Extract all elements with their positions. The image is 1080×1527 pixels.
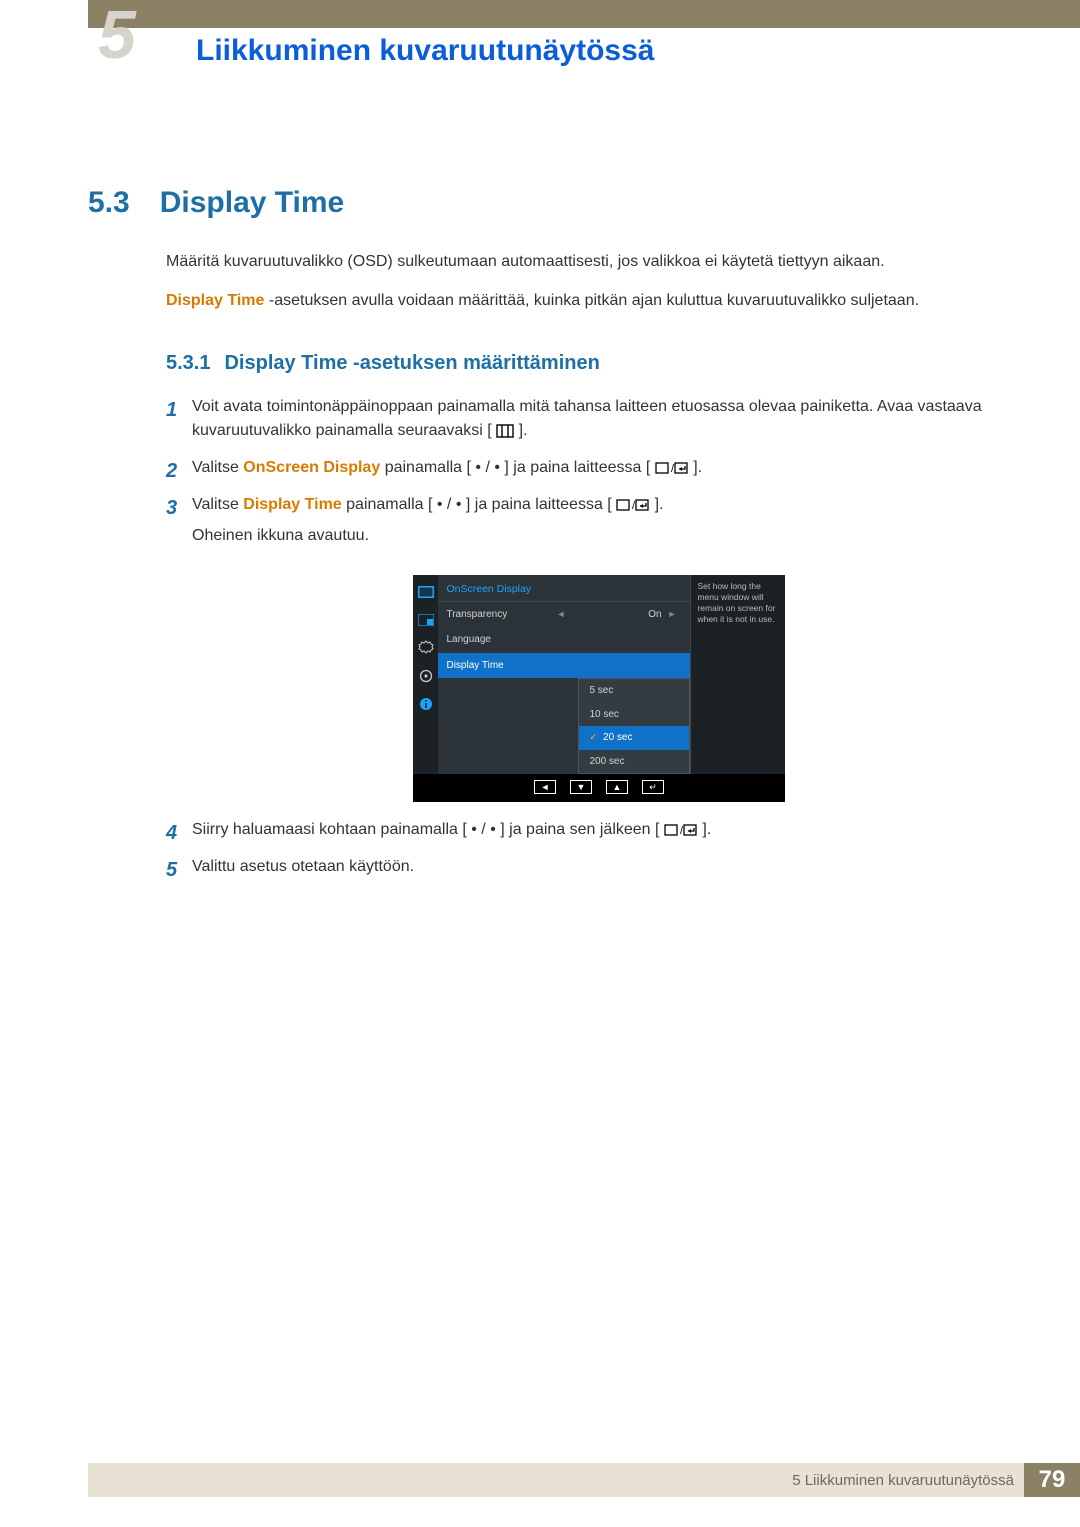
intro-paragraph-2: Display Time -asetuksen avulla voidaan m…: [166, 289, 1006, 314]
body: Määritä kuvaruutuvalikko (OSD) sulkeutum…: [166, 250, 1006, 892]
osd-option: 10 sec: [579, 703, 689, 727]
osd-option-selected: 20 sec: [579, 726, 689, 750]
chevron-left-icon: ◄: [556, 608, 565, 622]
osd-label: Display Time: [446, 658, 556, 674]
step-1: Voit avata toimintonäppäinoppaan painama…: [166, 395, 1006, 445]
step-3-text-a: Valitse: [192, 496, 243, 513]
step-3-text-c: ] ja paina laitteessa [: [466, 496, 612, 513]
page-number: 79: [1024, 1463, 1080, 1497]
step-2-term: OnScreen Display: [243, 459, 380, 476]
step-4-text-b: ] ja paina sen jälkeen [: [500, 821, 659, 838]
nav-enter-icon: ↵: [642, 780, 664, 794]
osd-main: OnScreen Display Transparency ◄ On ► Lan…: [438, 575, 690, 775]
intro-text: -asetuksen avulla voidaan määrittää, kui…: [264, 292, 919, 309]
osd-screenshot: OnScreen Display Transparency ◄ On ► Lan…: [413, 575, 785, 803]
step-3: Valitse Display Time painamalla [ • / • …: [166, 493, 1006, 802]
onscreen-display-icon: [417, 611, 435, 629]
picture-icon: [417, 583, 435, 601]
osd-panel: OnScreen Display Transparency ◄ On ► Lan…: [413, 575, 785, 775]
setup-icon: [417, 639, 435, 657]
step-5: Valittu asetus otetaan käyttöön.: [166, 855, 1006, 880]
osd-label: Language: [446, 632, 556, 648]
step-3-sub: Oheinen ikkuna avautuu.: [192, 524, 1006, 549]
source-enter-icon-3: /: [664, 823, 698, 837]
footer-text: 5 Liikkuminen kuvaruutunäytössä: [792, 1472, 1014, 1489]
dot-slash-dot: • / •: [471, 459, 504, 476]
term-display-time: Display Time: [166, 292, 264, 309]
osd-submenu: 5 sec 10 sec 20 sec 200 sec: [578, 678, 690, 774]
section-number: 5.3: [88, 186, 130, 220]
nav-left-icon: ◄: [534, 780, 556, 794]
osd-option: 200 sec: [579, 750, 689, 774]
menu-grid-icon: [496, 424, 514, 438]
section-heading: 5.3 Display Time: [88, 186, 1020, 220]
osd-value: On: [648, 607, 661, 623]
source-enter-icon: /: [655, 461, 689, 475]
osd-row-display-time: Display Time: [438, 653, 690, 679]
section-title: Display Time: [160, 186, 345, 220]
osd-help-panel: Set how long the menu window will remain…: [690, 575, 785, 775]
step-3-text-d: ].: [655, 496, 664, 513]
header-bar: [88, 0, 1080, 28]
chevron-right-icon: ►: [668, 608, 677, 622]
dot-slash-dot-3: • / •: [467, 821, 500, 838]
osd-option: 5 sec: [579, 679, 689, 703]
osd-header: OnScreen Display: [438, 575, 690, 602]
step-2-text-c: ] ja paina laitteessa [: [504, 459, 650, 476]
osd-label: Transparency: [446, 607, 556, 623]
chapter-title: Liikkuminen kuvaruutunäytössä: [196, 34, 654, 68]
subsection-number: 5.3.1: [166, 348, 210, 379]
subsection-heading: 5.3.1 Display Time -asetuksen määrittämi…: [166, 348, 1006, 379]
chapter-number: 5: [98, 6, 156, 64]
step-2: Valitse OnScreen Display painamalla [ • …: [166, 456, 1006, 481]
step-2-text-d: ].: [693, 459, 702, 476]
step-5-text: Valittu asetus otetaan käyttöön.: [192, 858, 414, 875]
subsection-title: Display Time -asetuksen määrittäminen: [224, 348, 599, 379]
step-3-term: Display Time: [243, 496, 341, 513]
footer: 5 Liikkuminen kuvaruutunäytössä 79: [88, 1463, 1080, 1497]
nav-down-icon: ▼: [570, 780, 592, 794]
dot-slash-dot-2: • / •: [432, 496, 465, 513]
nav-up-icon: ▲: [606, 780, 628, 794]
osd-row-transparency: Transparency ◄ On ►: [438, 602, 690, 628]
info-icon: [417, 695, 435, 713]
step-3-text-b: painamalla [: [346, 496, 432, 513]
step-4-text-a: Siirry haluamaasi kohtaan painamalla [: [192, 821, 467, 838]
osd-iconbar: [413, 575, 438, 775]
step-1-text-b: ].: [519, 422, 528, 439]
step-2-text-a: Valitse: [192, 459, 243, 476]
settings-icon: [417, 667, 435, 685]
page: 5 Liikkuminen kuvaruutunäytössä 5.3 Disp…: [0, 0, 1080, 1527]
osd-row-language: Language: [438, 627, 690, 653]
osd-nav-buttons: ◄ ▼ ▲ ↵: [413, 774, 785, 794]
steps-list: Voit avata toimintonäppäinoppaan painama…: [166, 395, 1006, 880]
source-enter-icon-2: /: [616, 498, 650, 512]
step-4-text-c: ].: [702, 821, 711, 838]
step-4: Siirry haluamaasi kohtaan painamalla [ •…: [166, 818, 1006, 843]
intro-paragraph-1: Määritä kuvaruutuvalikko (OSD) sulkeutum…: [166, 250, 1006, 275]
left-edge: [84, 0, 88, 1527]
step-1-text-a: Voit avata toimintonäppäinoppaan painama…: [192, 398, 982, 440]
step-2-text-b: painamalla [: [385, 459, 471, 476]
